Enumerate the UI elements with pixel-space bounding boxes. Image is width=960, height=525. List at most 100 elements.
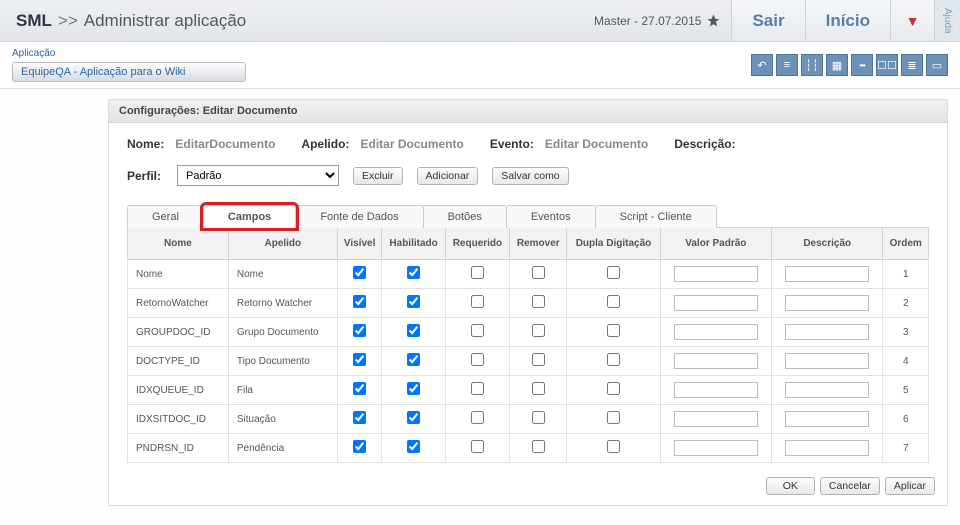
cancel-button[interactable]: Cancelar xyxy=(820,477,880,495)
cell xyxy=(567,289,660,318)
cell: 6 xyxy=(883,405,929,434)
remove-checkbox[interactable] xyxy=(532,411,545,424)
top-buttons: Sair Início ▼ Ajuda xyxy=(731,0,960,41)
required-checkbox[interactable] xyxy=(471,266,484,279)
cell: 3 xyxy=(883,318,929,347)
cell xyxy=(660,260,771,289)
apply-button[interactable]: Aplicar xyxy=(885,477,935,495)
visible-checkbox[interactable] xyxy=(353,382,366,395)
cell xyxy=(660,376,771,405)
layout-icon[interactable]: ☐☐ xyxy=(876,54,898,76)
double-entry-checkbox[interactable] xyxy=(607,411,620,424)
tab-geral[interactable]: Geral xyxy=(127,205,204,228)
cell xyxy=(772,289,883,318)
cell xyxy=(510,434,567,463)
nome-value: EditarDocumento xyxy=(175,137,275,151)
enabled-checkbox[interactable] xyxy=(407,382,420,395)
sliders-icon[interactable]: ┆┆ xyxy=(801,54,823,76)
cell xyxy=(445,434,509,463)
adicionar-button[interactable]: Adicionar xyxy=(417,167,479,185)
default-value-input[interactable] xyxy=(674,353,758,369)
default-value-input[interactable] xyxy=(674,440,758,456)
remove-checkbox[interactable] xyxy=(532,440,545,453)
cell: PNDRSN_ID xyxy=(128,434,229,463)
excluir-button[interactable]: Excluir xyxy=(353,167,403,185)
menu-dropdown-button[interactable]: ▼ xyxy=(890,0,934,41)
double-entry-checkbox[interactable] xyxy=(607,266,620,279)
salvar-como-button[interactable]: Salvar como xyxy=(492,167,568,185)
enabled-checkbox[interactable] xyxy=(407,440,420,453)
undo-icon[interactable]: ↶ xyxy=(751,54,773,76)
apelido-value: Editar Documento xyxy=(360,137,463,151)
description-input[interactable] xyxy=(785,353,869,369)
cell xyxy=(382,405,445,434)
double-entry-checkbox[interactable] xyxy=(607,382,620,395)
remove-checkbox[interactable] xyxy=(532,353,545,366)
default-value-input[interactable] xyxy=(674,266,758,282)
enabled-checkbox[interactable] xyxy=(407,411,420,424)
required-checkbox[interactable] xyxy=(471,295,484,308)
description-input[interactable] xyxy=(785,266,869,282)
tab-script-cliente[interactable]: Script - Cliente xyxy=(595,205,717,228)
description-input[interactable] xyxy=(785,295,869,311)
default-value-input[interactable] xyxy=(674,382,758,398)
visible-checkbox[interactable] xyxy=(353,324,366,337)
table-body: NomeNome1RetornoWatcherRetorno Watcher2G… xyxy=(128,260,929,463)
enabled-checkbox[interactable] xyxy=(407,295,420,308)
grid-icon[interactable]: ▦ xyxy=(826,54,848,76)
visible-checkbox[interactable] xyxy=(353,411,366,424)
ok-button[interactable]: OK xyxy=(766,477,815,495)
cell: Tipo Documento xyxy=(228,347,337,376)
remove-checkbox[interactable] xyxy=(532,266,545,279)
description-input[interactable] xyxy=(785,440,869,456)
enabled-checkbox[interactable] xyxy=(407,266,420,279)
required-checkbox[interactable] xyxy=(471,324,484,337)
col-header: Dupla Digitação xyxy=(567,228,660,260)
tab-campos[interactable]: Campos xyxy=(203,205,296,228)
status-icon[interactable]: ••• xyxy=(851,54,873,76)
required-checkbox[interactable] xyxy=(471,382,484,395)
help-button[interactable]: Ajuda xyxy=(934,0,960,41)
cell xyxy=(337,318,382,347)
app-dropdown-button[interactable]: EquipeQA - Aplicação para o Wiki xyxy=(12,62,246,82)
double-entry-checkbox[interactable] xyxy=(607,324,620,337)
evento-label: Evento: xyxy=(490,137,534,151)
col-header: Valor Padrão xyxy=(660,228,771,260)
remove-checkbox[interactable] xyxy=(532,382,545,395)
visible-checkbox[interactable] xyxy=(353,295,366,308)
perfil-select[interactable]: Padrão xyxy=(177,165,339,186)
double-entry-checkbox[interactable] xyxy=(607,295,620,308)
visible-checkbox[interactable] xyxy=(353,440,366,453)
description-input[interactable] xyxy=(785,411,869,427)
enabled-checkbox[interactable] xyxy=(407,324,420,337)
tab-bot-es[interactable]: Botões xyxy=(423,205,507,228)
default-value-input[interactable] xyxy=(674,411,758,427)
cell: Pendência xyxy=(228,434,337,463)
brand-label: SML xyxy=(16,11,52,31)
required-checkbox[interactable] xyxy=(471,411,484,424)
logout-button[interactable]: Sair xyxy=(731,0,804,41)
remove-checkbox[interactable] xyxy=(532,295,545,308)
double-entry-checkbox[interactable] xyxy=(607,353,620,366)
cell xyxy=(567,347,660,376)
col-header: Apelido xyxy=(228,228,337,260)
required-checkbox[interactable] xyxy=(471,353,484,366)
rows-icon[interactable]: ≣ xyxy=(901,54,923,76)
home-button[interactable]: Início xyxy=(805,0,890,41)
default-value-input[interactable] xyxy=(674,324,758,340)
default-value-input[interactable] xyxy=(674,295,758,311)
double-entry-checkbox[interactable] xyxy=(607,440,620,453)
visible-checkbox[interactable] xyxy=(353,353,366,366)
perfil-label: Perfil: xyxy=(127,169,163,183)
description-input[interactable] xyxy=(785,324,869,340)
visible-checkbox[interactable] xyxy=(353,266,366,279)
enabled-checkbox[interactable] xyxy=(407,353,420,366)
remove-checkbox[interactable] xyxy=(532,324,545,337)
required-checkbox[interactable] xyxy=(471,440,484,453)
tab-eventos[interactable]: Eventos xyxy=(506,205,596,228)
list-icon[interactable]: ≡ xyxy=(776,54,798,76)
tab-fonte-de-dados[interactable]: Fonte de Dados xyxy=(295,205,423,228)
description-input[interactable] xyxy=(785,382,869,398)
nome-label: Nome: xyxy=(127,137,164,151)
label-icon[interactable]: ▭ xyxy=(926,54,948,76)
